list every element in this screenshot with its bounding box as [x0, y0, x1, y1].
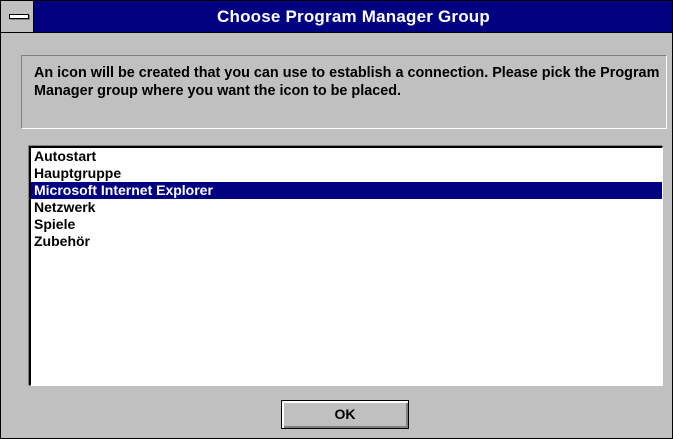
choose-program-manager-group-dialog: Choose Program Manager Group An icon wil… — [0, 0, 673, 439]
list-item-microsoft-internet-explorer[interactable]: Microsoft Internet Explorer — [31, 182, 662, 199]
list-item-hauptgruppe[interactable]: Hauptgruppe — [31, 165, 662, 182]
instruction-text: An icon will be created that you can use… — [34, 65, 660, 99]
list-item-netzwerk[interactable]: Netzwerk — [31, 199, 662, 216]
list-item-spiele[interactable]: Spiele — [31, 216, 662, 233]
system-menu-button[interactable] — [1, 1, 34, 32]
system-menu-dash-icon — [9, 14, 29, 19]
window-title: Choose Program Manager Group — [217, 7, 490, 26]
list-item-autostart[interactable]: Autostart — [31, 148, 662, 165]
list-item-zubehoer[interactable]: Zubehör — [31, 233, 662, 250]
title-bar[interactable]: Choose Program Manager Group — [1, 1, 672, 33]
ok-button[interactable]: OK — [281, 400, 409, 429]
program-group-listbox[interactable]: Autostart Hauptgruppe Microsoft Internet… — [29, 146, 663, 386]
message-panel: An icon will be created that you can use… — [21, 55, 667, 129]
